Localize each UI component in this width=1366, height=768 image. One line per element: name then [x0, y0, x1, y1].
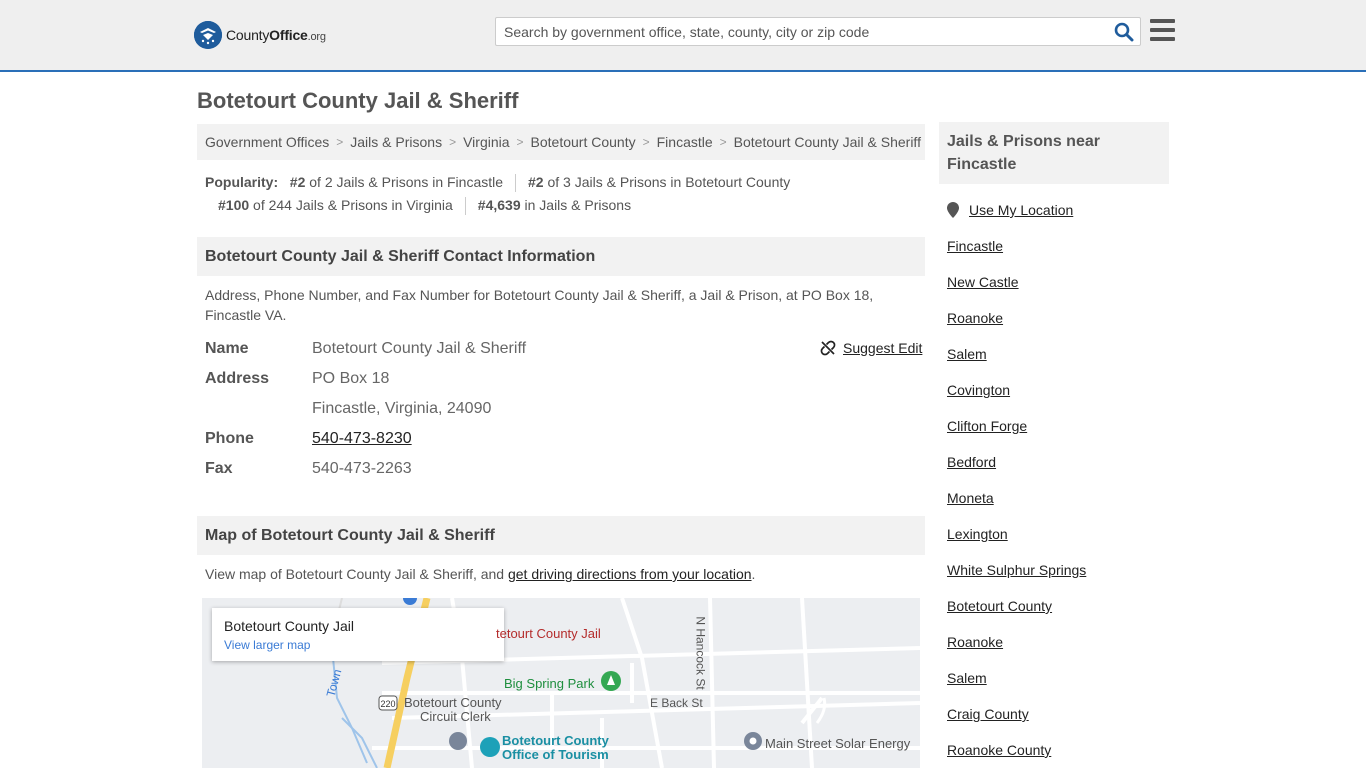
breadcrumb-item[interactable]: Jails & Prisons	[350, 134, 442, 150]
logo-text-suffix: .org	[307, 31, 326, 43]
phone-link[interactable]: 540-473-8230	[312, 430, 412, 448]
map-label-clerk: Botetourt County Circuit Clerk	[404, 696, 502, 724]
map-label-tourism: Botetourt County Office of Tourism	[502, 734, 609, 762]
use-my-location-label: Use My Location	[969, 202, 1074, 218]
breadcrumb-item[interactable]: Government Offices	[205, 134, 329, 150]
popularity-text: in Jails & Prisons	[524, 197, 632, 213]
map-label-back-st: E Back St	[650, 696, 703, 710]
sidebar-link[interactable]: New Castle	[947, 274, 1019, 290]
hamburger-menu-icon[interactable]	[1150, 19, 1175, 41]
fax-value: 540-473-2263	[312, 460, 412, 477]
chevron-right-icon: >	[719, 135, 727, 149]
sidebar-link[interactable]: Covington	[947, 382, 1010, 398]
logo-text: CountyOffice.org	[226, 27, 326, 43]
map-label-tourism-line1: Botetourt County	[502, 733, 609, 748]
address-line2: Fincastle, Virginia, 24090	[312, 400, 492, 417]
address-line1: PO Box 18	[312, 370, 390, 387]
popularity-text: of 3 Jails & Prisons in Botetourt County	[547, 174, 791, 190]
map-description: View map of Botetourt County Jail & Sher…	[205, 564, 905, 584]
map-label-solar: Main Street Solar Energy	[765, 736, 911, 751]
logo-text-main: County	[226, 27, 270, 43]
sidebar-link[interactable]: Lexington	[947, 526, 1008, 542]
popularity-stats: Popularity: #2 of 2 Jails & Prisons in F…	[205, 171, 925, 217]
logo-emblem-icon	[194, 21, 222, 49]
sidebar-link[interactable]: Botetourt County	[947, 598, 1052, 614]
address-label: Address	[205, 370, 270, 387]
popularity-rank: #2	[289, 174, 306, 190]
search-input[interactable]	[496, 18, 1096, 45]
breadcrumb-current: Botetourt County Jail & Sheriff	[733, 134, 921, 150]
popularity-rank: #4,639	[477, 197, 521, 213]
view-larger-map-link[interactable]: View larger map	[224, 638, 492, 652]
chevron-right-icon: >	[642, 135, 650, 149]
sidebar-link[interactable]: Fincastle	[947, 238, 1003, 254]
popularity-text: of 244 Jails & Prisons in Virginia	[253, 197, 453, 213]
phone-label: Phone	[205, 430, 254, 447]
location-pin-icon	[947, 202, 959, 218]
sidebar-link[interactable]: Salem	[947, 346, 987, 362]
sidebar-link[interactable]: Roanoke	[947, 310, 1003, 326]
suggest-edit-label: Suggest Edit	[843, 340, 923, 356]
breadcrumb-item[interactable]: Botetourt County	[531, 134, 636, 150]
driving-directions-link[interactable]: get driving directions from your locatio…	[508, 566, 752, 582]
chevron-right-icon: >	[449, 135, 457, 149]
map-card-title: Botetourt County Jail	[224, 618, 354, 634]
sidebar-link[interactable]: Clifton Forge	[947, 418, 1027, 434]
contact-description: Address, Phone Number, and Fax Number fo…	[205, 287, 874, 323]
page-title: Botetourt County Jail & Sheriff	[197, 88, 519, 113]
map-info-card: Botetourt County Jail View larger map	[212, 608, 504, 661]
sidebar-link[interactable]: Roanoke County	[947, 742, 1051, 758]
map-section-heading: Map of Botetourt County Jail & Sheriff	[197, 516, 925, 555]
contact-section-heading: Botetourt County Jail & Sheriff Contact …	[197, 237, 925, 276]
name-value: Botetourt County Jail & Sheriff	[312, 340, 527, 357]
suggest-edit-link[interactable]: Suggest Edit	[820, 340, 922, 356]
map-desc-end: .	[751, 566, 756, 582]
popularity-rank: #100	[218, 197, 250, 213]
fax-label: Fax	[205, 460, 233, 477]
map-label-park: Big Spring Park	[504, 676, 595, 691]
embedded-map[interactable]: 220 Botetourt County Jail View larger ma…	[202, 598, 920, 768]
map-label-jail: tetourt County Jail	[496, 626, 601, 641]
breadcrumb-item[interactable]: Fincastle	[657, 134, 713, 150]
map-label-hancock: N Hancock St	[693, 616, 708, 690]
divider	[515, 173, 517, 192]
sidebar-link[interactable]: Moneta	[947, 490, 994, 506]
sidebar-heading: Jails & Prisons near Fincastle	[939, 122, 1169, 184]
popularity-rank: #2	[528, 174, 544, 190]
chevron-right-icon: >	[336, 135, 344, 149]
map-label-clerk-line2: Circuit Clerk	[420, 709, 491, 724]
search-button[interactable]	[1114, 22, 1134, 42]
chevron-right-icon: >	[516, 135, 524, 149]
breadcrumb: Government Offices > Jails & Prisons > V…	[197, 124, 925, 160]
popularity-label: Popularity:	[205, 174, 279, 190]
popularity-text: of 2 Jails & Prisons in Fincastle	[309, 174, 504, 190]
sidebar-link[interactable]: Craig County	[947, 706, 1029, 722]
map-label-clerk-line1: Botetourt County	[404, 695, 502, 710]
site-logo[interactable]: CountyOffice.org	[194, 20, 326, 50]
map-label-tourism-line2: Office of Tourism	[502, 747, 609, 762]
map-desc-text: View map of Botetourt County Jail & Sher…	[205, 566, 508, 582]
name-label: Name	[205, 340, 249, 357]
divider	[464, 196, 466, 215]
site-header: CountyOffice.org	[0, 0, 1366, 72]
sidebar-link[interactable]: Roanoke	[947, 634, 1003, 650]
sidebar-link[interactable]: Bedford	[947, 454, 996, 470]
unlink-icon	[820, 340, 836, 356]
sidebar-link[interactable]: Salem	[947, 670, 987, 686]
route-shield-label: 220	[380, 699, 395, 709]
search-icon	[1114, 22, 1134, 42]
search-bar	[495, 17, 1141, 46]
logo-text-bold: Office	[269, 27, 308, 43]
sidebar-link[interactable]: White Sulphur Springs	[947, 562, 1086, 578]
use-my-location-link[interactable]: Use My Location	[947, 202, 1073, 218]
breadcrumb-item[interactable]: Virginia	[463, 134, 509, 150]
